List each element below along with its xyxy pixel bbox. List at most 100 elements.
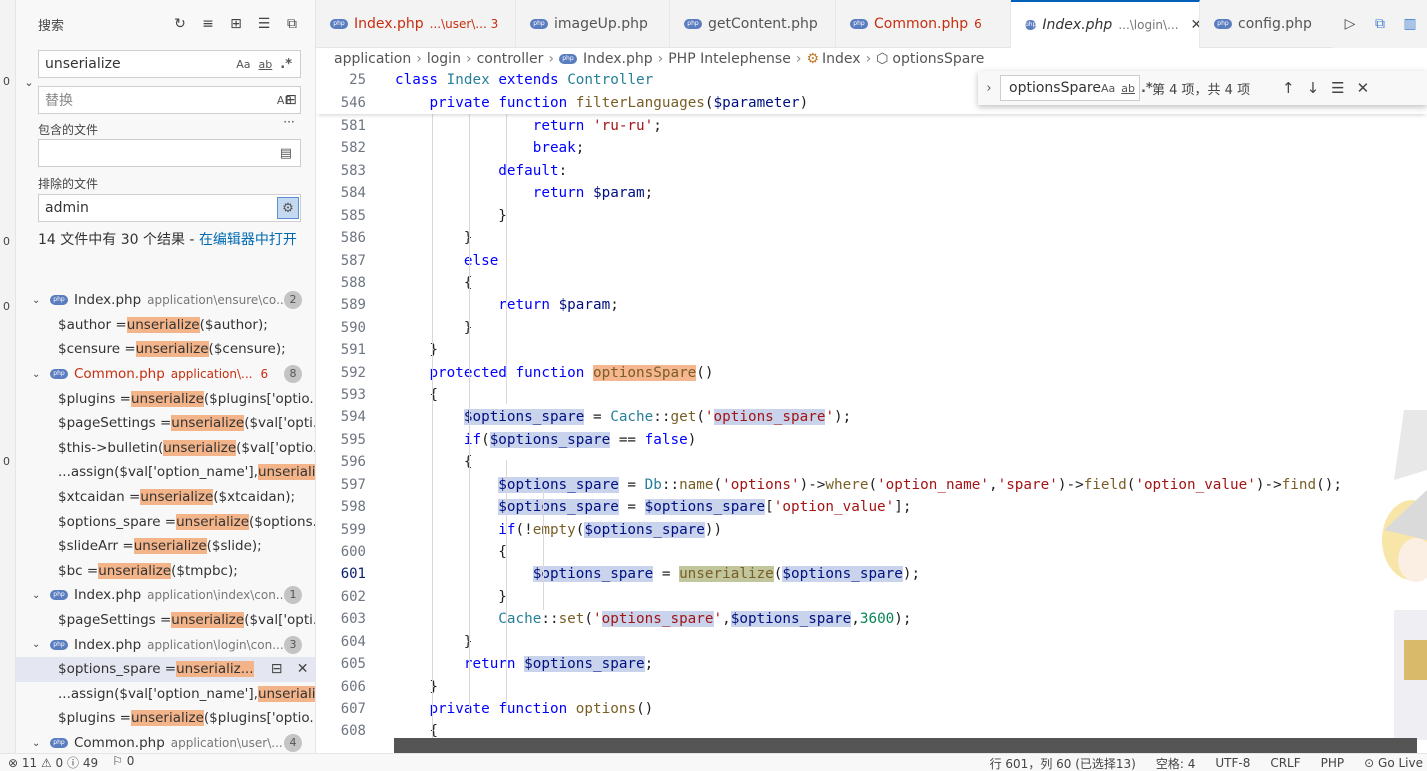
- code-line[interactable]: $options_spare = Cache::get('options_spa…: [395, 409, 851, 426]
- open-in-editor-link[interactable]: 在编辑器中打开: [199, 232, 297, 248]
- code-line[interactable]: $options_spare = unserialize($options_sp…: [395, 566, 920, 583]
- editor-tab[interactable]: php imageUp.php: [516, 0, 670, 48]
- toggle-replace-icon[interactable]: ›: [978, 81, 1000, 96]
- result-file-row[interactable]: ⌄ php Index.php application\index\con... 1: [16, 583, 315, 608]
- result-match-row[interactable]: ...assign($val['option_name'], unseriali…: [16, 460, 315, 485]
- result-file-row-partial[interactable]: [16, 272, 315, 288]
- split-editor-icon[interactable]: ▥: [1401, 15, 1419, 33]
- result-file-row[interactable]: ⌄ php Common.php application\... 6 8: [16, 362, 315, 387]
- close-tab-icon[interactable]: ✕: [1191, 17, 1199, 33]
- code-line[interactable]: {: [395, 454, 473, 470]
- search-input[interactable]: unserialize Aa ab .*: [38, 50, 301, 78]
- code-line[interactable]: {: [395, 544, 507, 560]
- result-match-row[interactable]: $options_spare = unserialize($options...: [16, 509, 315, 534]
- find-regex-icon[interactable]: .*: [1141, 81, 1153, 96]
- result-match-row[interactable]: $plugins = unserialize ($plugins['optio..…: [16, 706, 315, 731]
- result-match-row[interactable]: $plugins = unserialize ($plugins['optio..…: [16, 386, 315, 411]
- breadcrumb-item[interactable]: PHP Intelephense: [668, 51, 791, 67]
- breadcrumb-item[interactable]: optionsSpare: [892, 51, 984, 67]
- chevron-down-icon[interactable]: ⌄: [32, 295, 46, 306]
- view-as-tree-icon[interactable]: ☰: [255, 15, 273, 33]
- code-line[interactable]: $options_spare = $options_spare['option_…: [395, 499, 912, 516]
- code-editor[interactable]: 25 class Index extends Controller 546 priv…: [316, 70, 1427, 753]
- code-line[interactable]: }: [395, 320, 473, 336]
- replace-input[interactable]: 替换 AB: [38, 86, 301, 114]
- open-preview-icon[interactable]: ⧉: [1371, 15, 1389, 33]
- code-line[interactable]: }: [395, 589, 507, 605]
- result-match-row[interactable]: $options_spare = unserializ... ⊟ ✕: [16, 657, 315, 682]
- editor-tab[interactable]: php getContent.php: [670, 0, 836, 48]
- result-match-row[interactable]: $xtcaidan = unserialize ($xtcaidan);: [16, 485, 315, 510]
- breadcrumb-item[interactable]: application: [334, 51, 411, 67]
- breadcrumb-item[interactable]: controller: [477, 51, 544, 67]
- result-match-row[interactable]: $author = unserialize ($author);: [16, 313, 315, 338]
- use-exclude-settings-icon[interactable]: ⚙: [277, 197, 299, 219]
- result-match-row[interactable]: ...assign($val['option_name'], unseriali…: [16, 682, 315, 707]
- find-input[interactable]: optionsSpare Aa ab .*: [1000, 75, 1153, 101]
- code-line[interactable]: Cache::set('options_spare',$options_spar…: [395, 611, 912, 628]
- result-match-row[interactable]: $this->bulletin(unserialize ($val['optio.…: [16, 436, 315, 461]
- match-case-icon[interactable]: Aa: [236, 58, 250, 71]
- find-match-case-icon[interactable]: Aa: [1101, 82, 1115, 95]
- status-language[interactable]: PHP: [1321, 756, 1345, 770]
- toggle-replace-chevron-icon[interactable]: ⌄: [20, 73, 38, 91]
- clear-results-icon[interactable]: ≡: [199, 15, 217, 33]
- code-line[interactable]: }: [395, 230, 473, 246]
- find-whole-word-icon[interactable]: ab: [1121, 82, 1135, 95]
- status-cursor-position[interactable]: 行 601，列 60 (已选择13): [990, 755, 1136, 771]
- code-line[interactable]: break;: [395, 140, 585, 156]
- status-ports[interactable]: ⚐ 0: [112, 754, 134, 771]
- breadcrumb-item[interactable]: Index: [822, 51, 861, 67]
- replace-match-icon[interactable]: ⊟: [268, 660, 286, 678]
- run-icon[interactable]: ▷: [1341, 15, 1359, 33]
- editor-tab[interactable]: php Common.php 6: [836, 0, 1011, 48]
- chevron-down-icon[interactable]: ⌄: [32, 738, 46, 749]
- next-match-icon[interactable]: ↓: [1307, 79, 1320, 97]
- chevron-down-icon[interactable]: ⌄: [32, 590, 46, 601]
- result-match-row[interactable]: $pageSettings = unserialize($val['opti..…: [16, 608, 315, 633]
- result-match-row[interactable]: $bc = unserialize ($tmpbc);: [16, 559, 315, 584]
- editor-tab[interactable]: php Index.php ...\login\... ✕: [1011, 0, 1200, 48]
- result-match-row[interactable]: $censure = unserialize ($censure);: [16, 337, 315, 362]
- previous-match-icon[interactable]: ↑: [1282, 79, 1295, 97]
- chevron-down-icon[interactable]: ⌄: [32, 369, 46, 380]
- code-line[interactable]: default:: [395, 163, 567, 179]
- result-match-row[interactable]: $pageSettings = unserialize($val['opti..…: [16, 411, 315, 436]
- replace-all-icon[interactable]: ⊟: [282, 91, 300, 109]
- exclude-files-input[interactable]: admin ⚙: [38, 194, 301, 222]
- collapse-all-icon[interactable]: ⧉: [283, 15, 301, 33]
- code-line[interactable]: return $param;: [395, 185, 654, 201]
- status-go-live[interactable]: ⊙ Go Live: [1364, 756, 1423, 770]
- code-line[interactable]: }: [395, 208, 507, 224]
- status-encoding[interactable]: UTF-8: [1215, 756, 1250, 770]
- code-line[interactable]: protected function optionsSpare(): [395, 364, 714, 381]
- find-in-selection-icon[interactable]: ☰: [1331, 79, 1344, 97]
- chevron-down-icon[interactable]: ⌄: [32, 639, 46, 650]
- close-find-icon[interactable]: ✕: [1357, 79, 1370, 97]
- code-line[interactable]: if($options_spare == false): [395, 431, 696, 448]
- dismiss-match-icon[interactable]: ✕: [294, 660, 312, 678]
- code-line[interactable]: return 'ru-ru';: [395, 118, 662, 134]
- refresh-icon[interactable]: ↻: [171, 15, 189, 33]
- editor-tab[interactable]: php config.php: [1200, 0, 1350, 48]
- new-search-editor-icon[interactable]: ⊞: [227, 15, 245, 33]
- status-indentation[interactable]: 空格: 4: [1156, 755, 1196, 771]
- result-file-row[interactable]: ⌄ php Index.php application\login\con... 3: [16, 632, 315, 657]
- code-line[interactable]: $options_spare = Db::name('options')->wh…: [395, 476, 1342, 493]
- status-problems[interactable]: ⊗ 11 ⚠ 0 ⓘ 49: [8, 754, 98, 771]
- code-line[interactable]: if(!empty($options_spare)): [395, 521, 722, 538]
- whole-word-icon[interactable]: ab: [259, 58, 273, 71]
- editor-tab[interactable]: php Index.php ...\user\... 3: [316, 0, 516, 48]
- status-eol[interactable]: CRLF: [1270, 756, 1300, 770]
- regex-icon[interactable]: .*: [280, 57, 292, 72]
- code-line[interactable]: {: [395, 275, 473, 291]
- more-options-icon[interactable]: ···: [280, 113, 298, 131]
- code-line[interactable]: return $options_spare;: [395, 656, 653, 673]
- breadcrumb-item[interactable]: Index.php: [583, 51, 653, 67]
- open-editors-only-icon[interactable]: ▤: [280, 146, 292, 161]
- result-file-row[interactable]: ⌄ php Index.php application\ensure\co... 2: [16, 288, 315, 313]
- code-line[interactable]: }: [395, 634, 473, 650]
- include-files-input[interactable]: ▤: [38, 139, 301, 167]
- code-line[interactable]: private function options(): [395, 701, 653, 717]
- result-match-row[interactable]: $slideArr = unserialize ($slide);: [16, 534, 315, 559]
